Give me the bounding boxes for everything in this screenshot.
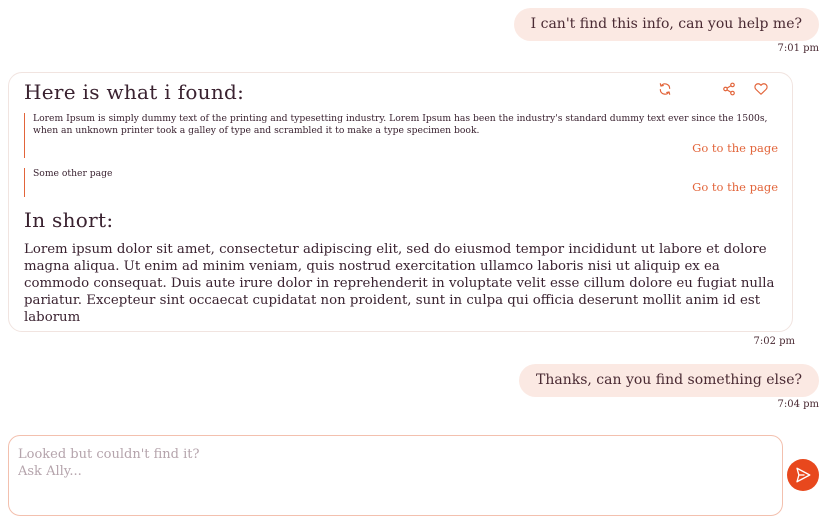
message-composer (8, 435, 783, 516)
send-icon (794, 466, 812, 484)
source-excerpt: Some other page (33, 168, 113, 179)
source-item: Lorem Ipsum is simply dummy text of the … (24, 113, 778, 158)
send-button[interactable] (787, 459, 819, 491)
answer-toolbar (658, 81, 778, 97)
user-message-bubble: I can't find this info, can you help me? (513, 8, 819, 41)
message-timestamp: 7:01 pm (777, 43, 819, 54)
go-to-page-link[interactable]: Go to the page (692, 180, 778, 194)
assistant-answer-card: Here is what i found: Lorem Ipsum is sim… (8, 72, 793, 332)
share-icon[interactable] (722, 81, 738, 97)
short-answer-text: Lorem ipsum dolor sit amet, consectetur … (24, 242, 775, 325)
source-excerpt: Lorem Ipsum is simply dummy text of the … (33, 113, 768, 136)
user-message-bubble: Thanks, can you find something else? (519, 364, 819, 397)
heart-icon[interactable] (754, 81, 770, 97)
short-heading: In short: (24, 208, 114, 232)
found-heading: Here is what i found: (24, 80, 245, 104)
message-timestamp: 7:04 pm (777, 399, 819, 410)
go-to-page-link[interactable]: Go to the page (692, 141, 778, 155)
refresh-icon[interactable] (658, 81, 674, 97)
user-message-text: Thanks, can you find something else? (536, 372, 802, 388)
message-input[interactable] (18, 446, 758, 506)
source-item: Some other page Go to the page (24, 168, 778, 197)
user-message-text: I can't find this info, can you help me? (530, 16, 802, 32)
message-timestamp: 7:02 pm (753, 336, 795, 347)
